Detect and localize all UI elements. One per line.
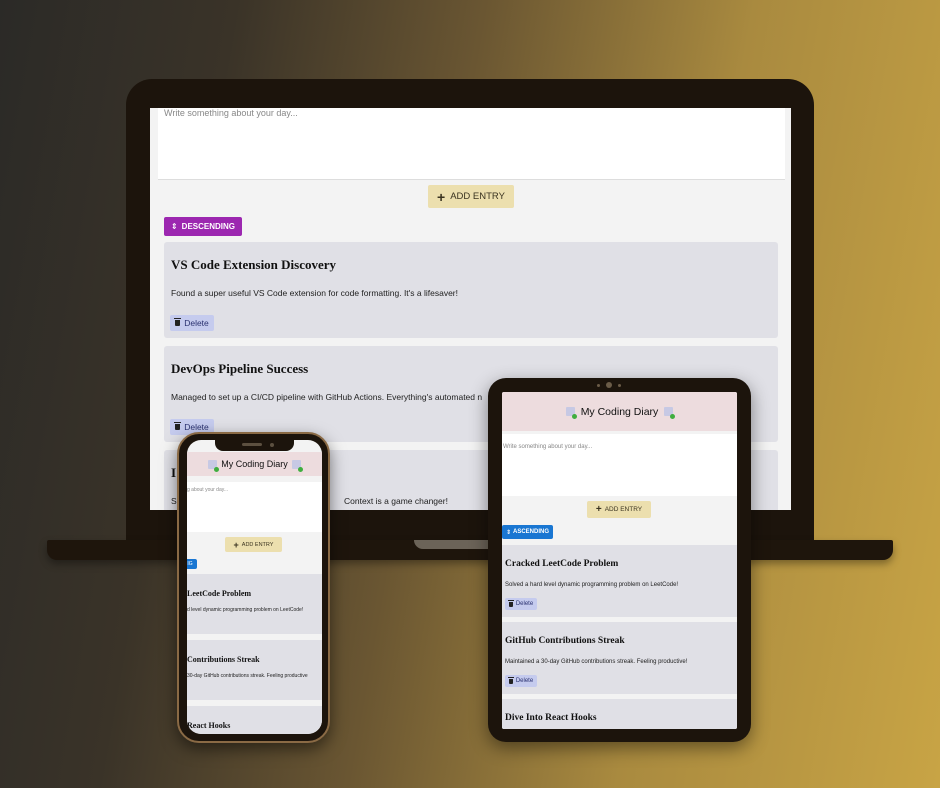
trash-icon xyxy=(507,599,514,607)
entry-body: S xyxy=(171,496,177,506)
sort-label: ASCENDING xyxy=(513,529,550,535)
entry-title: Dive Into React Hooks xyxy=(505,713,597,723)
entry-card: React Hooks xyxy=(187,706,322,734)
entry-body: Managed to set up a CI/CD pipeline with … xyxy=(171,392,483,402)
sort-label: DESCENDING xyxy=(181,222,236,231)
trash-icon xyxy=(507,676,514,684)
textarea-placeholder: Write something about your day... xyxy=(164,108,298,118)
textarea-placeholder: g about your day... xyxy=(187,487,229,493)
phone-camera xyxy=(270,443,274,447)
entry-body: d level dynamic programming problem on L… xyxy=(187,607,304,613)
add-entry-button[interactable]: + ADD ENTRY xyxy=(225,537,282,552)
entry-card: VS Code Extension Discovery Found a supe… xyxy=(164,242,778,338)
app-header: My Coding Diary xyxy=(187,452,322,476)
delete-button[interactable]: Delete xyxy=(505,598,537,610)
entry-textarea[interactable]: Write something about your day... xyxy=(158,108,785,180)
app-header: My Coding Diary xyxy=(502,392,737,431)
plus-icon: + xyxy=(437,188,446,205)
entry-body: Solved a hard level dynamic programming … xyxy=(505,582,679,588)
entry-title: Contributions Streak xyxy=(187,655,260,664)
entry-card: GitHub Contributions Streak Maintained a… xyxy=(502,622,737,694)
add-entry-label: ADD ENTRY xyxy=(450,191,505,202)
entry-body-tail: Context is a game changer! xyxy=(344,496,448,506)
entry-card: Cracked LeetCode Problem Solved a hard l… xyxy=(502,545,737,617)
sort-icon: ⇕ xyxy=(170,222,178,231)
entry-body: Maintained a 30-day GitHub contributions… xyxy=(505,659,688,665)
entry-title: DevOps Pipeline Success xyxy=(171,361,309,376)
textarea-placeholder: Write something about your day... xyxy=(503,444,593,450)
tablet-sensor xyxy=(618,384,621,387)
plus-icon: + xyxy=(233,539,239,550)
app-title: My Coding Diary xyxy=(580,405,659,418)
entry-title: VS Code Extension Discovery xyxy=(171,257,337,272)
tablet-screen: My Coding Diary Write something about yo… xyxy=(502,392,737,729)
entry-body: Found a super useful VS Code extension f… xyxy=(171,288,458,298)
diary-logo-icon xyxy=(565,407,577,419)
entry-title: GitHub Contributions Streak xyxy=(505,636,625,646)
sort-button[interactable]: IG xyxy=(187,559,197,569)
phone-speaker xyxy=(242,443,262,446)
entry-title: Cracked LeetCode Problem xyxy=(505,559,619,569)
delete-label: Delete xyxy=(184,318,209,328)
entry-title: LeetCode Problem xyxy=(187,589,252,598)
entry-card: Dive Into React Hooks xyxy=(502,699,737,729)
delete-label: Delete xyxy=(184,422,209,432)
diary-logo-icon xyxy=(208,459,220,472)
add-entry-button[interactable]: + ADD ENTRY xyxy=(587,501,651,518)
add-entry-label: ADD ENTRY xyxy=(241,541,274,548)
entry-textarea[interactable]: g about your day... xyxy=(187,482,322,532)
entry-card: LeetCode Problem d level dynamic program… xyxy=(187,574,322,634)
entry-title: I xyxy=(171,465,177,480)
entry-card: Contributions Streak 30-day GitHub contr… xyxy=(187,640,322,700)
sort-descending-button[interactable]: ⇕ DESCENDING xyxy=(164,217,242,236)
sort-ascending-button[interactable]: ⇕ ASCENDING xyxy=(502,525,553,539)
tablet-sensor xyxy=(597,384,600,387)
add-entry-button[interactable]: + ADD ENTRY xyxy=(428,185,514,208)
sort-label: IG xyxy=(187,561,193,567)
app-title: My Coding Diary xyxy=(221,459,288,469)
entry-textarea[interactable]: Write something about your day... xyxy=(502,434,737,496)
delete-button[interactable]: Delete xyxy=(505,675,537,687)
delete-button[interactable]: Delete xyxy=(170,315,214,331)
plus-icon: + xyxy=(595,504,602,515)
entry-body: 30-day GitHub contributions streak. Feel… xyxy=(187,673,308,679)
add-entry-label: ADD ENTRY xyxy=(604,506,643,513)
trash-icon xyxy=(174,422,182,430)
diary-logo-icon xyxy=(291,459,303,472)
delete-label: Delete xyxy=(515,601,534,607)
entry-title: React Hooks xyxy=(187,721,231,730)
trash-icon xyxy=(174,318,182,326)
phone-screen: My Coding Diary g about your day... + AD… xyxy=(187,440,322,734)
delete-label: Delete xyxy=(515,678,534,684)
tablet-camera xyxy=(606,382,612,388)
diary-logo-icon xyxy=(664,407,676,419)
sort-icon: ⇕ xyxy=(505,529,511,536)
